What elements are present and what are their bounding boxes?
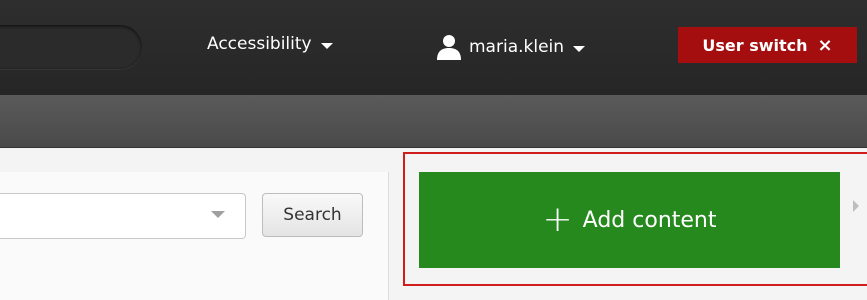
chevron-down-icon [573, 45, 586, 52]
accessibility-menu-label: Accessibility [207, 34, 312, 54]
user-menu[interactable]: maria.klein [437, 34, 586, 60]
add-content-label: Add content [582, 207, 717, 233]
search-select[interactable] [0, 193, 246, 239]
search-button[interactable]: Search [262, 193, 363, 237]
chevron-right-icon[interactable] [853, 200, 859, 212]
plus-icon: + [542, 199, 573, 240]
user-menu-label: maria.klein [469, 37, 565, 57]
user-icon [437, 35, 461, 60]
add-content-button[interactable]: + Add content [419, 172, 840, 268]
top-toolbar: Accessibility maria.klein User switch × [0, 0, 867, 95]
accessibility-menu[interactable]: Accessibility [207, 34, 333, 54]
close-icon[interactable]: × [818, 35, 833, 56]
chevron-down-icon [320, 42, 333, 49]
user-switch-button[interactable]: User switch × [678, 27, 857, 63]
dropdown-arrow-icon [211, 211, 225, 218]
user-switch-label: User switch [702, 35, 808, 55]
secondary-toolbar [0, 95, 867, 148]
global-search-input[interactable] [0, 25, 142, 69]
